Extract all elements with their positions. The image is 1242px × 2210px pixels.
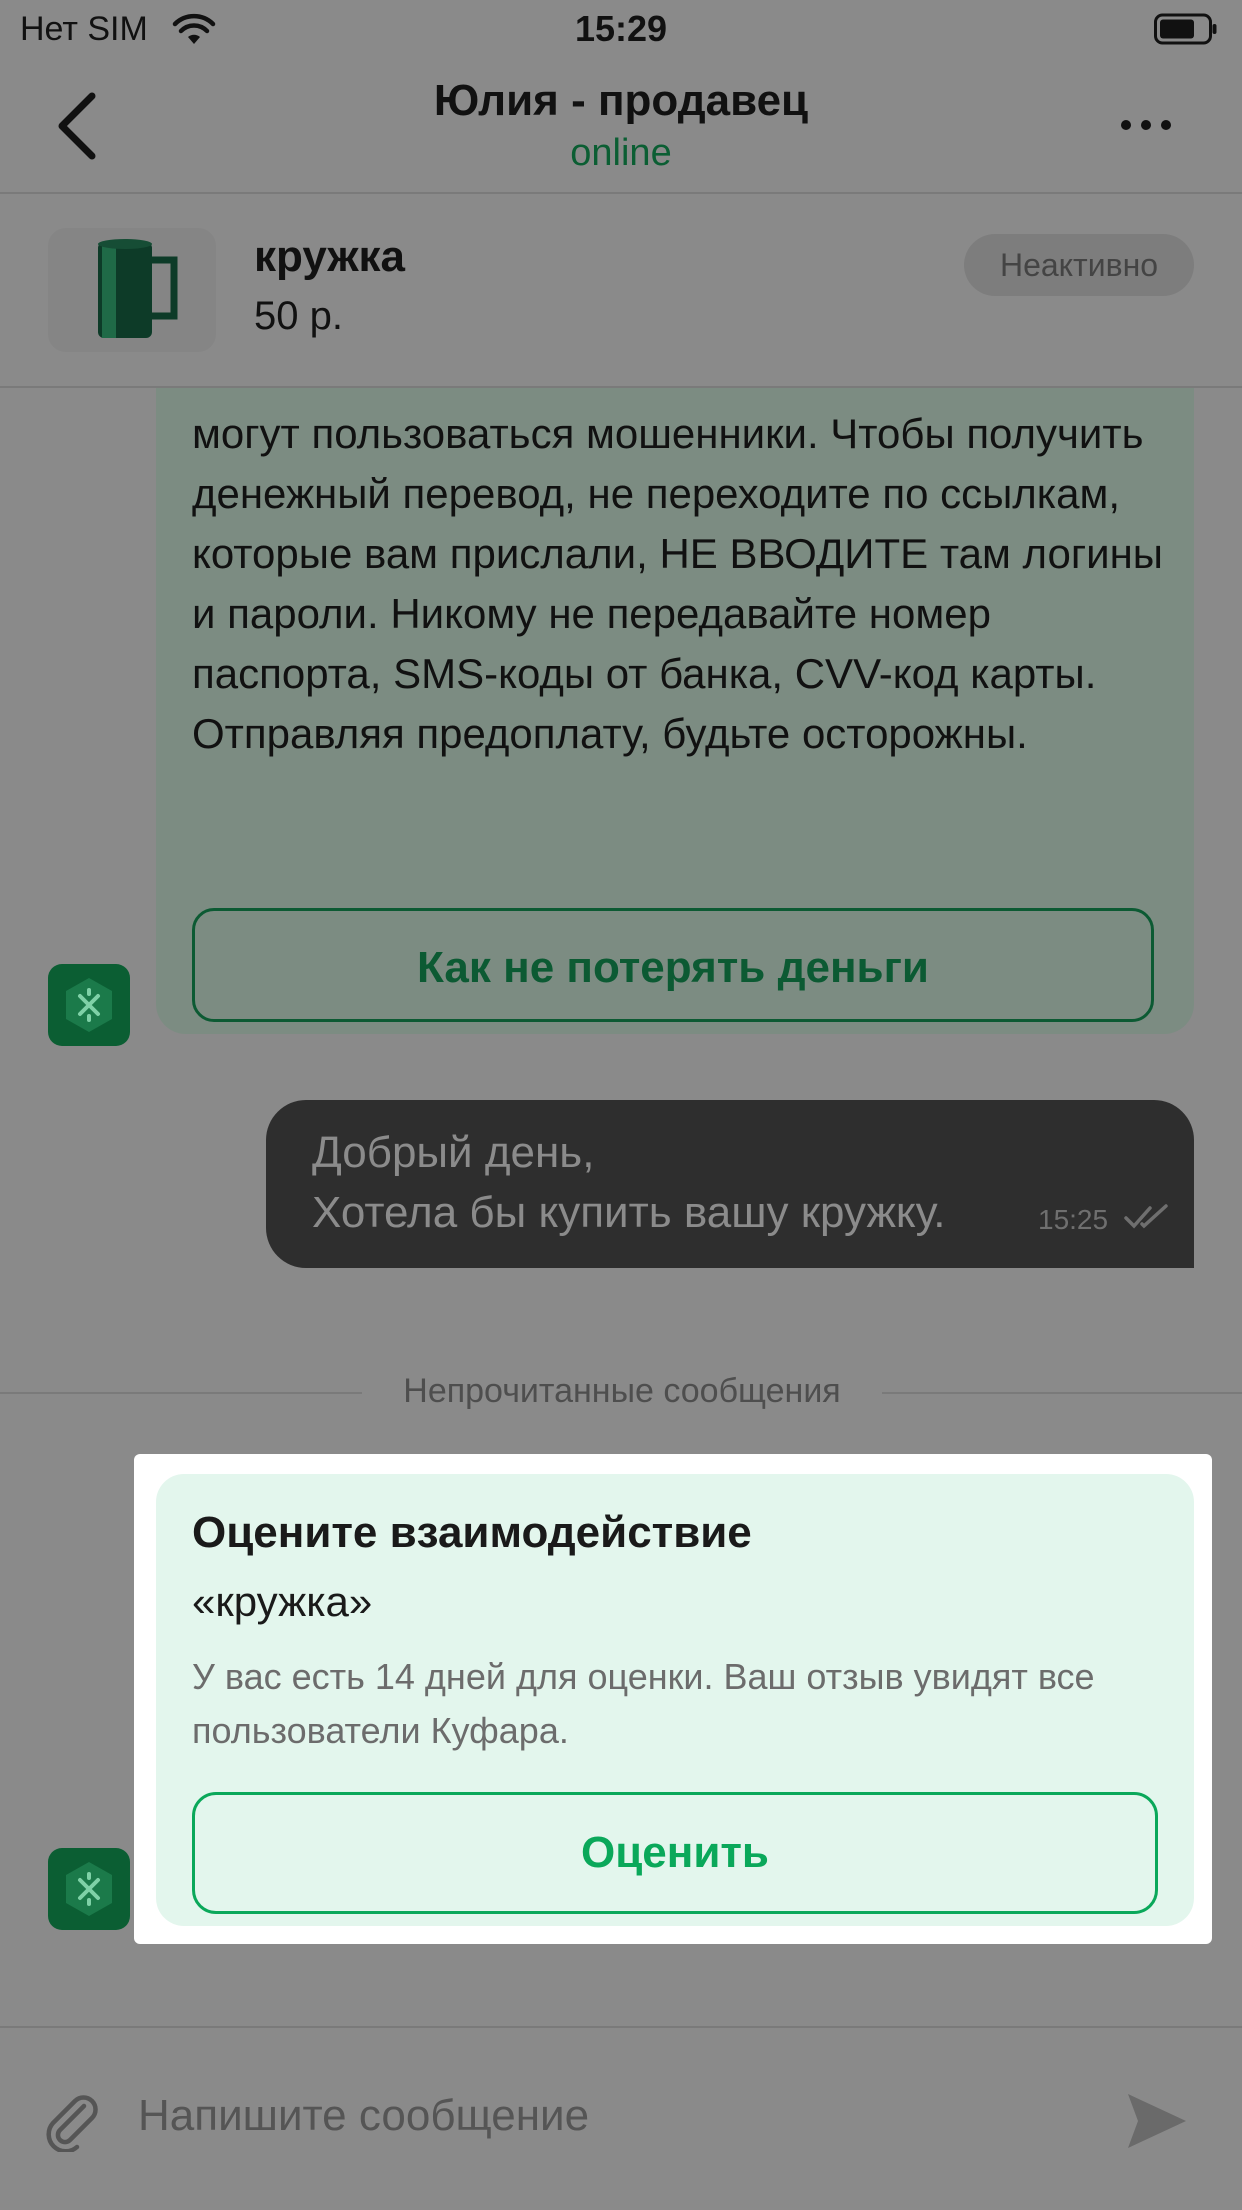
kufar-logo-icon xyxy=(66,978,112,1032)
status-bar: Нет SIM 15:29 xyxy=(0,0,1242,62)
how-not-to-lose-money-button[interactable]: Как не потерять деньги xyxy=(192,908,1154,1022)
divider-line xyxy=(0,1392,362,1394)
kufar-bot-avatar xyxy=(48,1848,130,1930)
product-bar[interactable]: кружка 50 р. Неактивно xyxy=(0,194,1242,388)
divider-line xyxy=(882,1392,1242,1394)
kufar-bot-avatar xyxy=(48,964,130,1046)
outgoing-message[interactable]: Добрый день, Хотела бы купить вашу кружк… xyxy=(266,1100,1194,1268)
chat-header: Юлия - продавец online xyxy=(0,62,1242,194)
send-icon[interactable] xyxy=(1122,2086,1192,2156)
rate-button[interactable]: Оценить xyxy=(192,1792,1158,1914)
status-badge: Неактивно xyxy=(964,234,1194,296)
rating-item-name: «кружка» xyxy=(192,1578,373,1625)
rating-description: У вас есть 14 дней для оценки. Ваш отзыв… xyxy=(192,1656,1095,1751)
chat-title[interactable]: Юлия - продавец xyxy=(0,76,1242,126)
safety-warning-message: могут пользоваться мошенники. Чтобы полу… xyxy=(156,388,1194,1034)
mug-image xyxy=(98,239,178,338)
message-input[interactable]: Напишите сообщение xyxy=(138,2080,1078,2152)
kufar-logo-icon xyxy=(66,1862,112,1916)
status-time: 15:29 xyxy=(574,8,668,49)
product-name: кружка xyxy=(254,232,406,281)
rating-title: Оцените взаимодействие xyxy=(192,1508,752,1557)
rating-card-highlight: Оцените взаимодействие «кружка» У вас ес… xyxy=(134,1454,1212,1944)
paperclip-icon[interactable] xyxy=(40,2088,104,2152)
message-time: 15:25 xyxy=(1038,1204,1109,1235)
more-dots-icon[interactable] xyxy=(1116,110,1176,140)
message-text-line2: Хотела бы купить вашу кружку. xyxy=(312,1188,946,1237)
rating-card: Оцените взаимодействие «кружка» У вас ес… xyxy=(156,1474,1194,1926)
product-price: 50 р. xyxy=(254,294,343,338)
warning-text: могут пользоваться мошенники. Чтобы полу… xyxy=(192,410,1163,757)
message-text-line1: Добрый день, xyxy=(312,1128,595,1177)
message-composer: Напишите сообщение xyxy=(0,2026,1242,2210)
battery-icon xyxy=(1154,13,1217,45)
unread-messages-divider: Непрочитанные сообщения xyxy=(403,1372,841,1410)
read-checkmarks-icon xyxy=(1124,1204,1168,1229)
presence-status: online xyxy=(570,132,672,174)
product-thumbnail[interactable] xyxy=(48,228,216,352)
